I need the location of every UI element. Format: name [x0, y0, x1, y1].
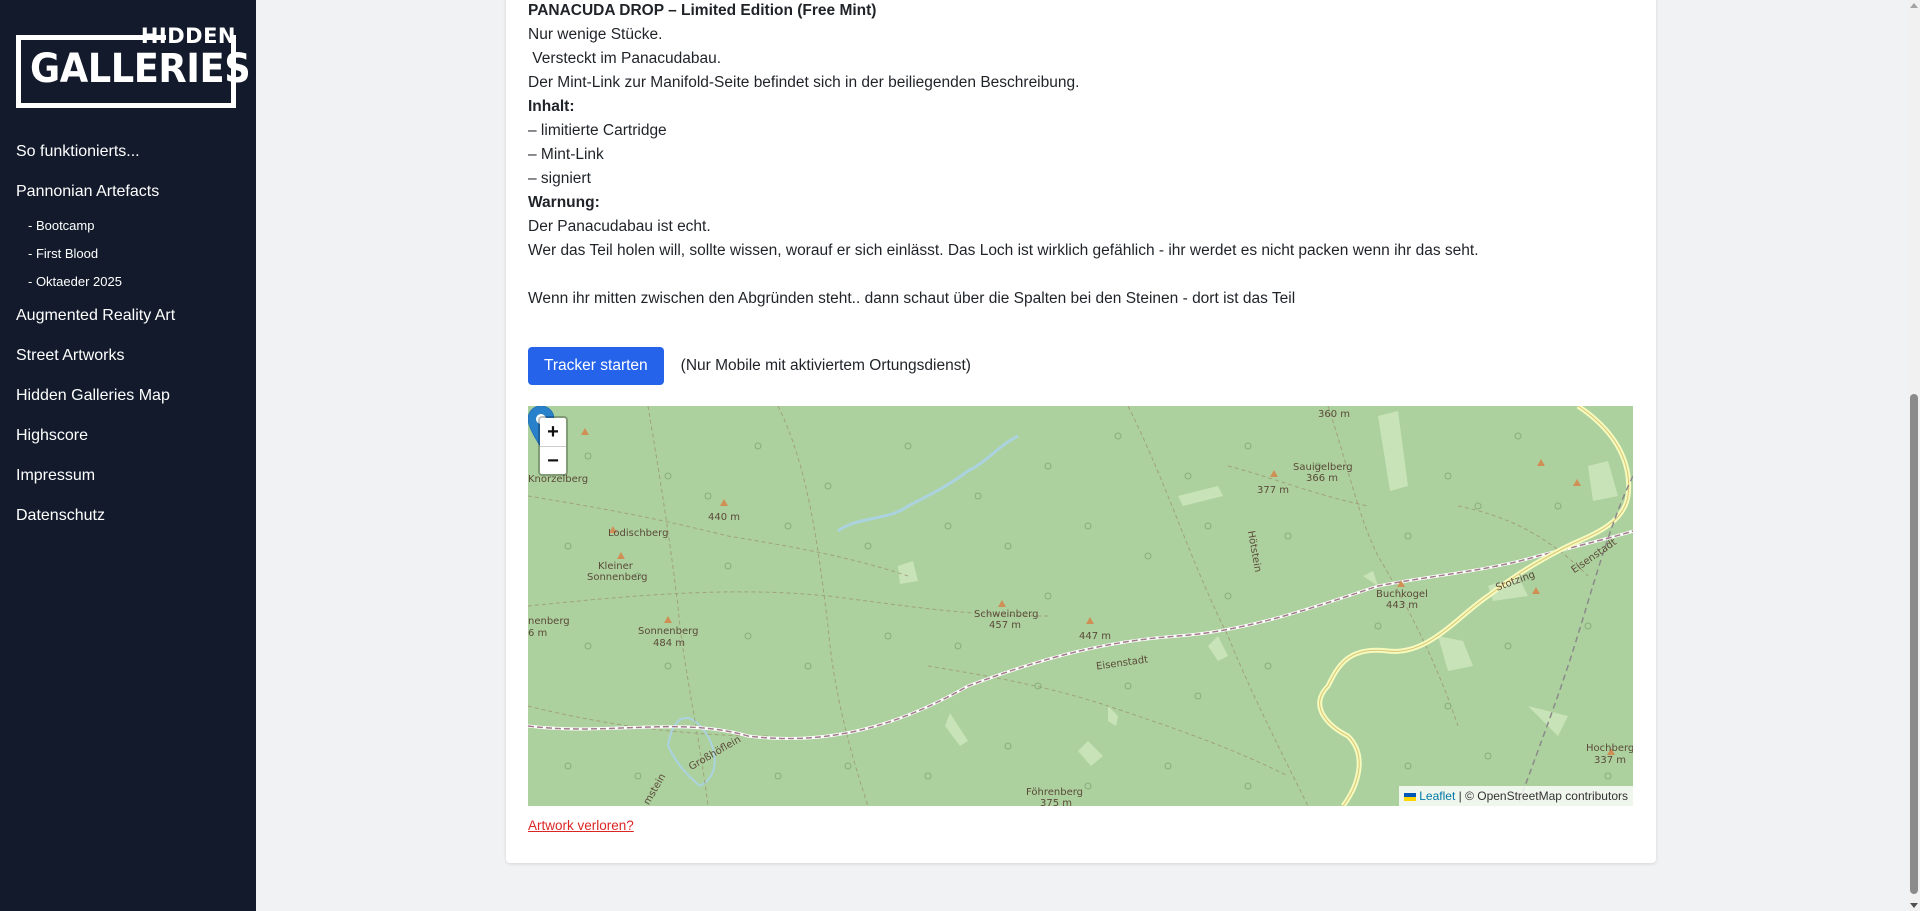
article-line: Versteckt im Panacudabau.: [528, 50, 722, 67]
article-line: – signiert: [528, 170, 591, 187]
tracker-note: (Nur Mobile mit aktiviertem Ortungsdiens…: [680, 357, 971, 374]
zoom-control: + −: [538, 416, 568, 476]
article-heading-warnung: Warnung:: [528, 194, 600, 211]
tracker-start-button[interactable]: Tracker starten: [528, 347, 664, 385]
article-line: Nur wenige Stücke.: [528, 26, 663, 43]
nav-highscore[interactable]: Highscore: [16, 424, 246, 464]
article-line: – Mint-Link: [528, 146, 604, 163]
nav-sub-first-blood[interactable]: - First Blood: [16, 244, 246, 272]
map-label: Lodischberg: [608, 528, 669, 539]
artwork-lost-link[interactable]: Artwork verloren?: [528, 818, 634, 833]
logo-main-text: GALLERIES: [30, 46, 251, 92]
osm-attribution-text: | © OpenStreetMap contributors: [1455, 789, 1628, 803]
nav-hidden-galleries-map[interactable]: Hidden Galleries Map: [16, 384, 246, 424]
tracker-row: Tracker starten (Nur Mobile mit aktivier…: [528, 347, 971, 385]
leaflet-link[interactable]: Leaflet: [1419, 789, 1455, 803]
map-label: 337 m: [1594, 755, 1627, 766]
map-attribution: Leaflet | © OpenStreetMap contributors: [1399, 786, 1633, 806]
nav-street-artworks[interactable]: Street Artworks: [16, 344, 246, 384]
map-label: Kleiner: [598, 561, 633, 572]
zoom-in-button[interactable]: +: [540, 418, 566, 446]
map-label: 443 m: [1386, 600, 1419, 611]
ukraine-flag-icon: [1404, 793, 1417, 801]
article-line: – limitierte Cartridge: [528, 122, 667, 139]
map-label: 457 m: [989, 620, 1022, 631]
article-heading-inhalt: Inhalt:: [528, 98, 575, 115]
nav-pannonian-artefacts[interactable]: Pannonian Artefacts: [16, 180, 246, 220]
scroll-down-arrow-icon[interactable]: [1910, 903, 1918, 908]
map[interactable]: 360 m 377 m Sauigelberg 366 m Knorzelber…: [528, 406, 1633, 806]
article-text: PANACUDA DROP – Limited Edition (Free Mi…: [528, 0, 1638, 311]
map-label: 447 m: [1079, 631, 1112, 642]
article-line: Der Mint-Link zur Manifold-Seite befinde…: [528, 74, 1080, 91]
sidebar: HIDDEN GALLERIES So funktionierts... Pan…: [0, 0, 256, 911]
map-label: 375 m: [1040, 798, 1073, 806]
logo-top-text: HIDDEN: [140, 24, 236, 48]
article-title: PANACUDA DROP – Limited Edition (Free Mi…: [528, 2, 877, 19]
zoom-out-button[interactable]: −: [540, 446, 566, 474]
map-label: Sauigelberg: [1293, 462, 1353, 473]
nav-impressum[interactable]: Impressum: [16, 464, 246, 504]
scrollbar-thumb[interactable]: [1910, 394, 1918, 894]
article-line: Wenn ihr mitten zwischen den Abgründen s…: [528, 290, 1296, 307]
map-label: Sonnenberg: [587, 572, 648, 583]
map-label: Buchkogel: [1376, 589, 1428, 600]
map-label: 366 m: [1306, 473, 1339, 484]
map-label: 377 m: [1257, 485, 1290, 496]
nav-augmented-reality-art[interactable]: Augmented Reality Art: [16, 304, 246, 344]
scroll-up-arrow-icon[interactable]: [1910, 3, 1918, 8]
article-spacer: [528, 263, 1638, 287]
map-label: 484 m: [653, 638, 686, 649]
map-label: Föhrenberg: [1026, 787, 1084, 798]
nav-sub-bootcamp[interactable]: - Bootcamp: [16, 216, 246, 244]
map-label: 440 m: [708, 512, 741, 523]
map-label: 6 m: [528, 628, 548, 639]
map-tiles: [528, 406, 1633, 806]
hidden-galleries-logo[interactable]: HIDDEN GALLERIES: [16, 26, 251, 108]
map-label: 360 m: [1318, 409, 1351, 420]
sidebar-nav: So funktionierts... Pannonian Artefacts …: [16, 140, 246, 544]
article-line: Wer das Teil holen will, sollte wissen, …: [528, 242, 1479, 259]
map-label: nenberg: [528, 616, 570, 627]
page-scrollbar[interactable]: [1908, 0, 1920, 911]
nav-so-funktionierts[interactable]: So funktionierts...: [16, 140, 246, 180]
map-label: Schweinberg: [974, 609, 1039, 620]
article-line: Der Panacudabau ist echt.: [528, 218, 711, 235]
nav-datenschutz[interactable]: Datenschutz: [16, 504, 246, 544]
map-label: Sonnenberg: [638, 626, 699, 637]
map-label: Hochberg: [1586, 743, 1633, 754]
nav-sub-oktaeder-2025[interactable]: - Oktaeder 2025: [16, 272, 246, 300]
